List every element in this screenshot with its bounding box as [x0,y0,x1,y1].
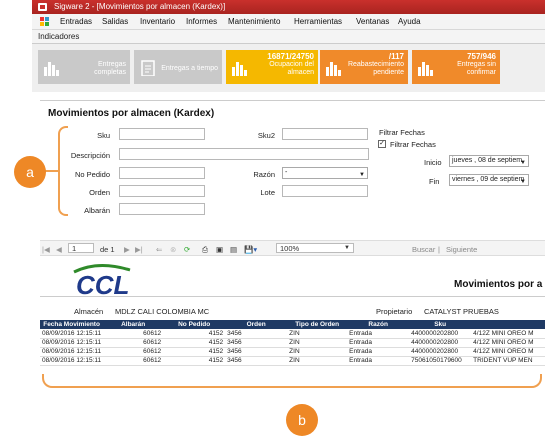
albaran-input[interactable] [119,203,205,215]
table-header-row: Fecha Movimiento Albarán No Pedido Orden… [40,320,545,329]
window-titlebar: Sigware 2 - [Movimientos por almacen (Ka… [32,0,545,14]
bar-chart-icon [44,60,60,76]
export-icon[interactable]: 💾▾ [244,245,257,254]
movements-table: Fecha Movimiento Albarán No Pedido Orden… [40,320,545,366]
nopedido-input[interactable] [119,167,205,179]
last-page-icon[interactable]: ▶| [135,245,143,254]
print-icon[interactable]: ⎙ [202,245,208,255]
table-row: 08/09/2016 12:15:11 60612 4152 3456 ZIN Entra… [40,347,545,357]
bar-chart-icon [232,60,248,76]
find-link[interactable]: Buscar [412,245,435,254]
inicio-label: Inicio [424,158,442,167]
first-page-icon[interactable]: |◀ [42,245,50,254]
divider [40,100,545,101]
chevron-down-icon: ▼ [359,172,365,178]
table-row: 08/09/2016 12:15:11 60612 4152 3456 ZIN Entra… [40,329,545,339]
tile-reabastecimiento[interactable]: /117 Reabastecimiento pendiente [320,50,408,84]
almacen-value: MDLZ CALI COLOMBIA MC [115,307,210,316]
callout-b-badge: b [286,404,318,436]
col-fecha: Fecha Movimiento [40,320,104,329]
refresh-icon[interactable]: ⟳ [184,245,190,254]
chevron-down-icon: ▼ [520,179,526,185]
propietario-value: CATALYST PRUEBAS [424,307,499,316]
stop-icon[interactable]: ⊗ [170,245,176,254]
almacen-label: Almacén [74,307,104,316]
menu-ayuda[interactable]: Ayuda [398,17,421,26]
indicators-label[interactable]: Indicadores [38,32,79,41]
col-sku: Sku [409,320,472,329]
menu-entradas[interactable]: Entradas [60,17,92,26]
menu-mantenimiento[interactable]: Mantenimiento [228,17,280,26]
filter-dates-checkbox[interactable]: ✓ [378,140,386,148]
back-icon[interactable]: ⇐ [156,245,162,254]
print-layout-icon[interactable]: ▣ [216,245,223,254]
previous-page-icon[interactable]: ◀ [56,245,62,254]
page-count-label: de 1 [100,245,115,254]
chevron-down-icon: ▼ [344,245,350,251]
indicator-tiles: Entregas completas Entregas a tiempo 168… [32,44,545,92]
col-razon: Razón [347,320,410,329]
col-orden: Orden [225,320,288,329]
sku2-label: Sku2 [257,131,275,140]
callout-a-bracket [58,126,68,216]
callout-b-bracket [42,374,542,388]
report-divider [40,296,545,297]
page-title: Movimientos por almacen (Kardex) [48,108,215,119]
orden-input[interactable] [119,185,205,197]
window-title: Sigware 2 - [Movimientos por almacen (Ka… [54,2,226,11]
indicators-bar: Indicadores [32,30,545,44]
lote-label: Lote [260,188,275,197]
tile-entregas-a-tiempo[interactable]: Entregas a tiempo [134,50,222,84]
razon-select[interactable]: - ▼ [282,167,368,179]
tile-ocupacion[interactable]: 16871/24750 Ocupacion del almacen [226,50,318,84]
chevron-down-icon: ▼ [520,160,526,166]
razon-label: Razón [253,170,275,179]
col-nopedido: No Pedido [163,320,226,329]
page-setup-icon[interactable]: ▤ [230,245,237,254]
menu-inventario[interactable]: Inventario [140,17,175,26]
descripcion-input[interactable] [119,148,369,160]
lote-input[interactable] [282,185,368,197]
col-tipo: Tipo de Orden [287,320,348,329]
tile-entregas-completas[interactable]: Entregas completas [38,50,130,84]
filter-dates-checkbox-label: Filtrar Fechas [390,140,436,149]
app-icon [38,3,47,11]
next-page-icon[interactable]: ▶ [124,245,130,254]
col-albaran: Albarán [103,320,164,329]
find-next-link[interactable]: Siguiente [446,245,477,254]
menu-informes[interactable]: Informes [186,17,217,26]
report-toolbar: |◀ ◀ 1 de 1 ▶ ▶| ⇐ ⊗ ⟳ ⎙ ▣ ▤ 💾▾ 100% ▼ B… [40,240,545,256]
company-logo: CCL [73,264,131,298]
table-row: 08/09/2016 12:15:11 60612 4152 3456 ZIN Entra… [40,338,545,348]
tile-entregas-sin-confirmar[interactable]: 757/946 Entregas sin confirmar [412,50,500,84]
menu-ventanas[interactable]: Ventanas [356,17,389,26]
page-number-input[interactable]: 1 [68,243,94,253]
divider-pipe: | [438,245,440,254]
app-menu-icon[interactable] [40,17,50,26]
menu-salidas[interactable]: Salidas [102,17,128,26]
menu-herramientas[interactable]: Herramientas [294,17,342,26]
bar-chart-icon [326,60,342,76]
sku2-input[interactable] [282,128,368,140]
inicio-date-picker[interactable]: jueves , 08 de septiem ▼ [449,155,529,167]
table-row: 08/09/2016 12:15:11 60612 4152 3456 ZIN Entra… [40,356,545,366]
clipboard-icon [141,60,155,76]
fin-label: Fin [429,177,440,186]
col-descripcion [471,320,545,329]
bar-chart-icon [418,60,434,76]
propietario-label: Propietario [376,307,413,316]
zoom-select[interactable]: 100% [276,243,354,253]
menu-bar: Entradas Salidas Inventario Informes Man… [32,14,545,30]
fin-date-picker[interactable]: viernes , 09 de septiem ▼ [449,174,529,186]
sku-input[interactable] [119,128,205,140]
svg-text:CCL: CCL [76,270,129,298]
callout-a-badge: a [14,156,46,188]
report-heading: Movimientos por a [454,279,543,290]
